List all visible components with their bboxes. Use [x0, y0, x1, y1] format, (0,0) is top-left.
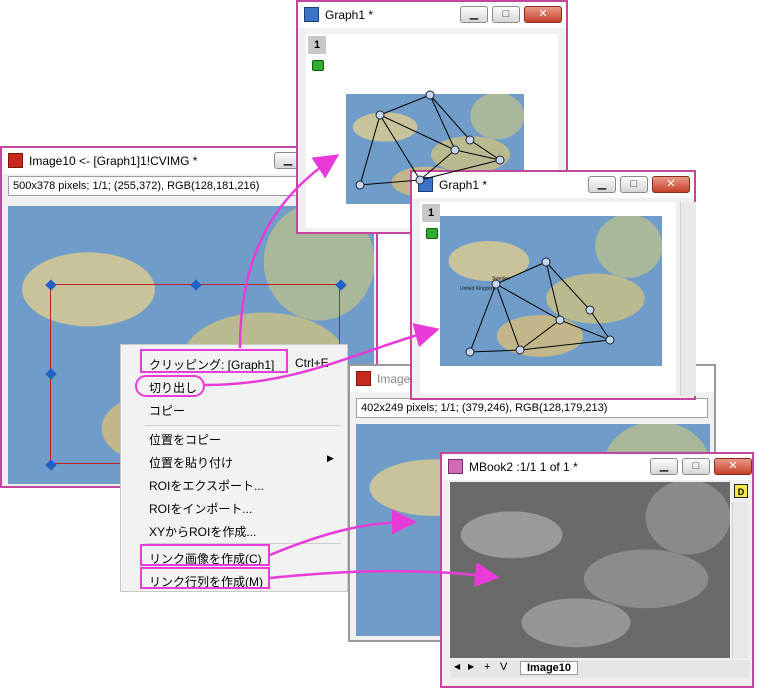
network-nodes: [355, 90, 615, 357]
callout-arrows: [204, 154, 500, 588]
overlay-graphics: [204, 90, 615, 588]
network-graph-top: [359, 94, 501, 186]
